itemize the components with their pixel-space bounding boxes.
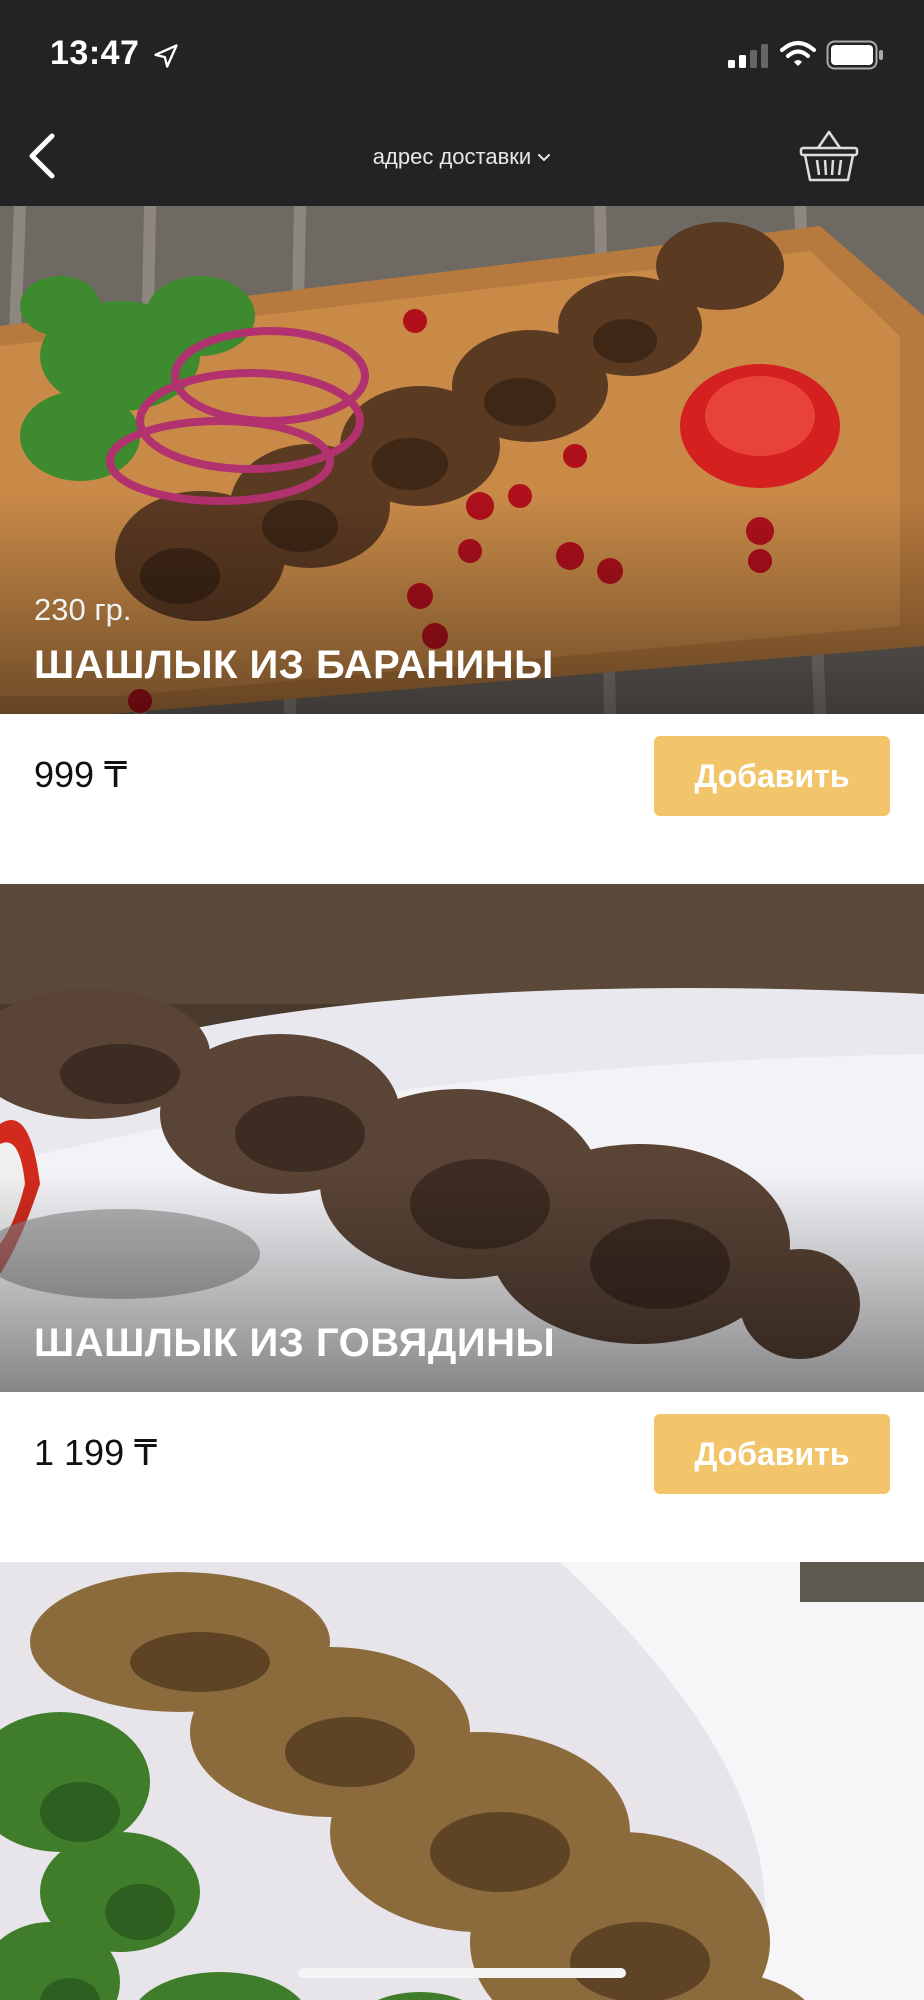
product-footer: 999 ₸ Добавить bbox=[0, 714, 924, 884]
product-name: ШАШЛЫК ИЗ БАРАНИНЫ bbox=[34, 643, 554, 687]
product-price: 999 ₸ bbox=[34, 754, 127, 795]
product-card: 230 гр. ШАШЛЫК ИЗ БАРАНИНЫ 999 ₸ Добавит… bbox=[0, 206, 924, 884]
cart-button[interactable] bbox=[798, 128, 860, 184]
product-name: ШАШЛЫК ИЗ ГОВЯДИНЫ bbox=[34, 1321, 556, 1365]
add-to-cart-button[interactable]: Добавить bbox=[654, 736, 890, 816]
product-footer: 1 199 ₸ Добавить bbox=[0, 1392, 924, 1562]
basket-icon bbox=[799, 130, 859, 182]
chicken-skewer-photo bbox=[0, 1562, 924, 2000]
product-card: ШАШЛЫК ИЗ ГОВЯДИНЫ 1 199 ₸ Добавить bbox=[0, 884, 924, 1562]
chevron-down-icon bbox=[538, 154, 551, 162]
add-to-cart-button[interactable]: Добавить bbox=[654, 1414, 890, 1494]
product-image[interactable] bbox=[0, 1562, 924, 2000]
product-price: 1 199 ₸ bbox=[34, 1432, 157, 1473]
wifi-icon bbox=[780, 41, 816, 66]
cellular-signal-icon bbox=[728, 44, 768, 68]
location-arrow-icon bbox=[154, 44, 178, 68]
delivery-address-selector[interactable]: адрес доставки bbox=[0, 144, 924, 170]
home-indicator[interactable] bbox=[298, 1968, 626, 1978]
product-weight: 230 гр. bbox=[34, 592, 132, 627]
product-list-screen: 13:47 адрес доставки 230 гр. ШАШЛЫК ИЗ Б… bbox=[0, 0, 924, 2000]
header: 13:47 адрес доставки bbox=[0, 0, 924, 206]
battery-icon bbox=[826, 40, 883, 70]
product-image[interactable]: 230 гр. ШАШЛЫК ИЗ БАРАНИНЫ bbox=[0, 206, 924, 714]
delivery-address-label: адрес доставки bbox=[372, 144, 532, 169]
product-card bbox=[0, 1562, 924, 2000]
product-image[interactable]: ШАШЛЫК ИЗ ГОВЯДИНЫ bbox=[0, 884, 924, 1392]
status-time: 13:47 bbox=[50, 34, 140, 72]
